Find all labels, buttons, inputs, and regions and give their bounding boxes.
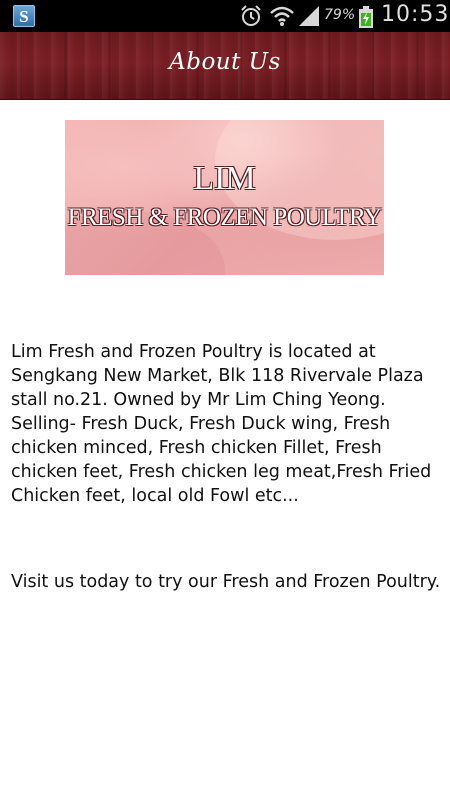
banner-name: LIM [193, 160, 256, 197]
banner-tagline: FRESH & FROZEN POULTRY [67, 204, 382, 231]
alarm-clock-icon [239, 4, 263, 32]
banner-image: LIM FRESH & FROZEN POULTRY [65, 120, 384, 275]
about-description: Lim Fresh and Frozen Poultry is located … [11, 342, 432, 506]
battery-percent: 79% [324, 7, 356, 23]
app-notification-icon[interactable]: S [13, 5, 35, 27]
app-notification-letter: S [19, 7, 29, 26]
page-title: About Us [169, 49, 281, 75]
status-bar: S 79% 10:53 [0, 0, 450, 32]
app-header: About Us [0, 32, 450, 100]
clock: 10:53 [381, 2, 450, 27]
battery-charging-icon [358, 6, 374, 32]
visit-message: Visit us today to try our Fresh and Froz… [11, 572, 441, 592]
wifi-icon [269, 4, 295, 32]
cell-signal-icon [297, 4, 321, 32]
